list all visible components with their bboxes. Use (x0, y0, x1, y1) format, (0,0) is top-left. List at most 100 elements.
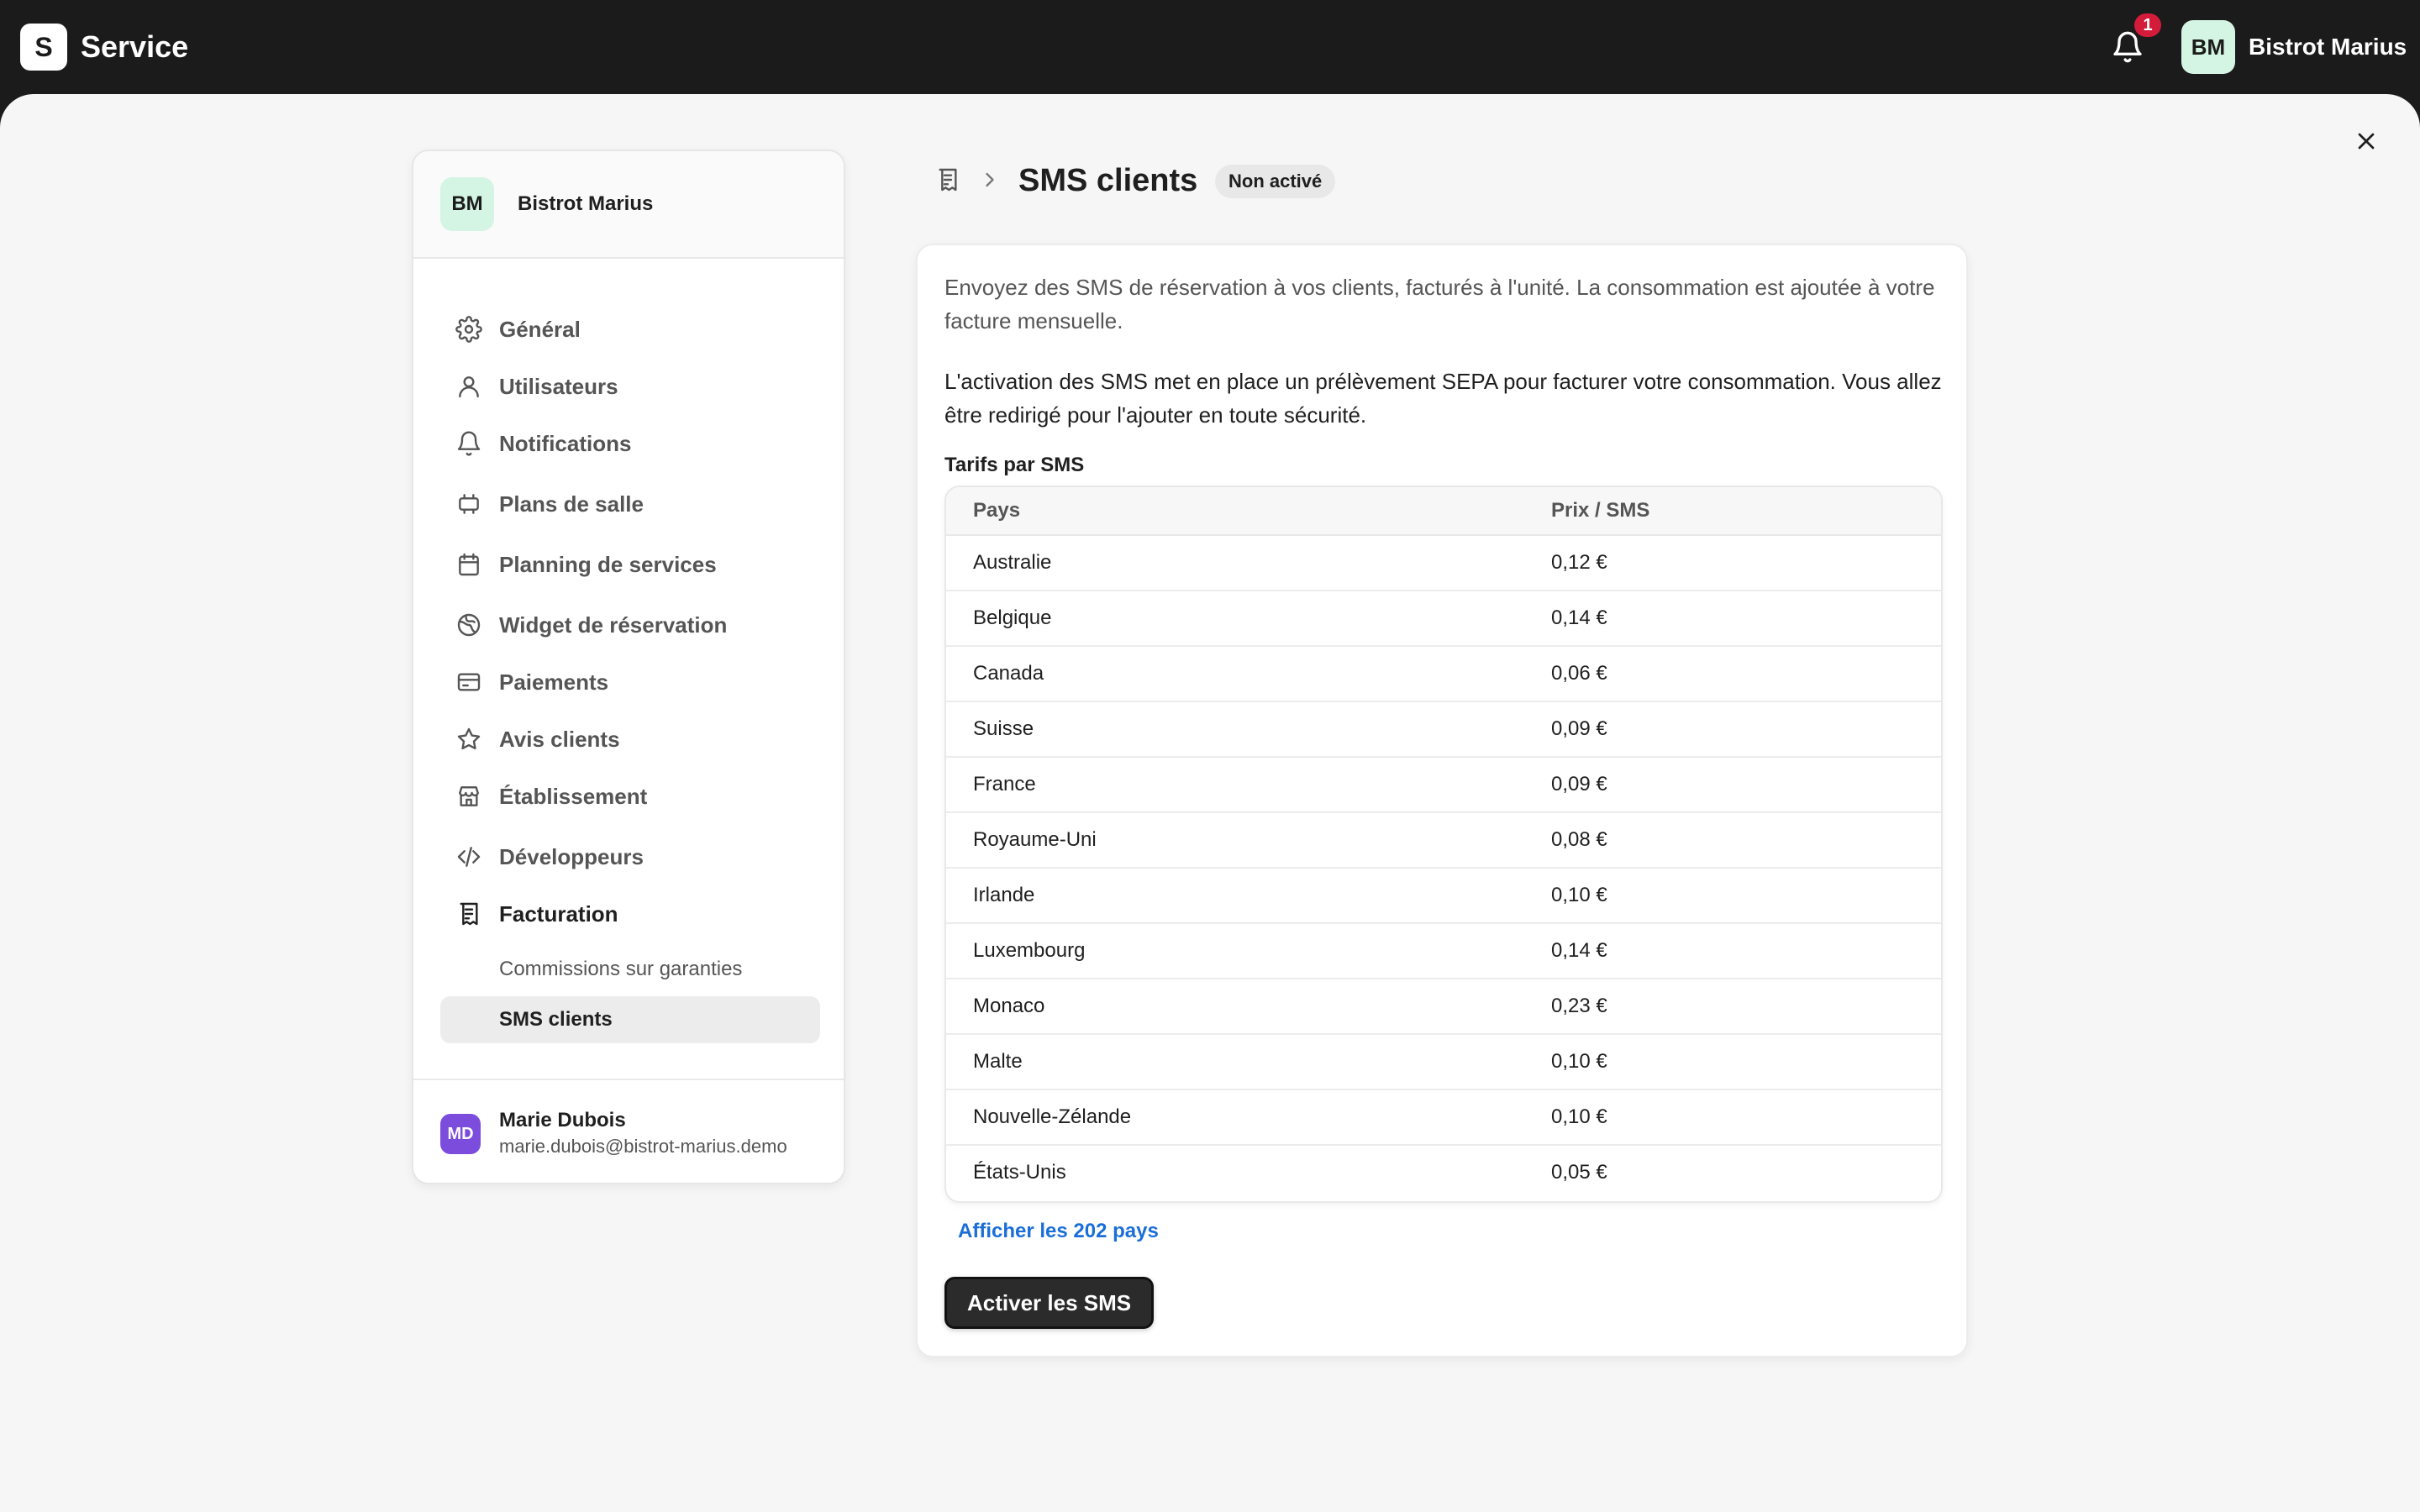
table-header: Pays Prix / SMS (946, 487, 1941, 536)
show-all-countries-link[interactable]: Afficher les 202 pays (958, 1220, 1159, 1243)
sidebar-item-establishment[interactable]: Établissement (440, 773, 820, 820)
country-cell: Irlande (973, 884, 1035, 906)
current-user[interactable]: MD Marie Dubois marie.dubois@bistrot-mar… (413, 1079, 844, 1183)
sidebar-item-billing[interactable]: Facturation (440, 890, 820, 937)
price-cell: 0,10 € (1551, 884, 1607, 906)
table-row: Monaco 0,23 € (946, 979, 1941, 1035)
intro-text: Envoyez des SMS de réservation à vos cli… (944, 275, 1935, 333)
user-email: marie.dubois@bistrot-marius.demo (499, 1136, 787, 1157)
table-row: Nouvelle-Zélande 0,10 € (946, 1090, 1941, 1146)
bell-icon (454, 428, 484, 459)
price-cell: 0,14 € (1551, 939, 1607, 962)
sidebar-item-payments[interactable]: Paiements (440, 659, 820, 706)
country-cell: Suisse (973, 717, 1034, 740)
table-row: États-Unis 0,05 € (946, 1146, 1941, 1201)
rates-table-title: Tarifs par SMS (944, 454, 1085, 476)
user-icon (454, 371, 484, 402)
price-cell: 0,09 € (1551, 773, 1607, 795)
sidebar-item-developers[interactable]: Développeurs (440, 833, 820, 880)
user-name: Marie Dubois (499, 1109, 626, 1131)
sidebar-item-service-planning[interactable]: Planning de services (440, 541, 820, 588)
price-cell: 0,23 € (1551, 995, 1607, 1017)
globe-icon (454, 610, 484, 640)
column-header-country: Pays (973, 499, 1021, 522)
user-avatar: MD (440, 1114, 481, 1154)
sidebar-item-label: Planning de services (499, 551, 717, 577)
sidebar-subitem-sms-clients[interactable]: SMS clients (440, 996, 820, 1043)
table-row: Luxembourg 0,14 € (946, 924, 1941, 979)
table-row: Australie 0,12 € (946, 536, 1941, 591)
sidebar-item-label: Notifications (499, 430, 632, 456)
rates-table: Pays Prix / SMS Australie 0,12 € Belgique 0… (944, 486, 1943, 1203)
venue-header[interactable]: BM Bistrot Marius (413, 151, 844, 259)
table-row: Canada 0,06 € (946, 647, 1941, 702)
table-row: France 0,09 € (946, 758, 1941, 813)
sidebar-item-label: Établissement (499, 783, 648, 809)
chevron-right-icon (978, 168, 1002, 192)
breadcrumb-receipt-icon[interactable] (934, 166, 961, 193)
activate-sms-button[interactable]: Activer les SMS (944, 1277, 1155, 1329)
star-icon (454, 724, 484, 754)
sidebar-item-label: Développeurs (499, 843, 644, 869)
top-bar: S Service 1 BM Bistrot Marius (0, 0, 2420, 94)
app-name: Service (81, 29, 189, 64)
venue-name: Bistrot Marius (518, 192, 654, 215)
sidebar-item-label: Widget de réservation (499, 612, 728, 638)
price-cell: 0,08 € (1551, 828, 1607, 851)
table-row: Suisse 0,09 € (946, 702, 1941, 758)
sidebar-item-label: Plans de salle (499, 491, 644, 517)
sidebar-item-general[interactable]: Général (440, 306, 820, 353)
credit-card-icon (454, 667, 484, 697)
sidebar-item-users[interactable]: Utilisateurs (440, 363, 820, 410)
settings-sidebar: BM Bistrot Marius Général Utilisateurs N… (412, 150, 845, 1184)
notification-count-badge: 1 (2134, 13, 2161, 37)
price-cell: 0,12 € (1551, 551, 1607, 574)
price-cell: 0,09 € (1551, 717, 1607, 740)
table-row: Royaume-Uni 0,08 € (946, 813, 1941, 869)
table-row: Malte 0,10 € (946, 1035, 1941, 1090)
country-cell: Monaco (973, 995, 1045, 1017)
sidebar-subitem-label: Commissions sur garanties (499, 958, 743, 980)
sidebar-item-reviews[interactable]: Avis clients (440, 716, 820, 763)
sidebar-item-label: Utilisateurs (499, 373, 618, 399)
sms-settings-card: Envoyez des SMS de réservation à vos cli… (916, 244, 1968, 1357)
sidebar-item-label: Facturation (499, 900, 618, 927)
gear-icon (454, 314, 484, 344)
country-cell: France (973, 773, 1036, 795)
sidebar-subitem-guarantee-commissions[interactable]: Commissions sur garanties (440, 946, 820, 993)
calendar-icon (454, 549, 484, 580)
sidebar-item-notifications[interactable]: Notifications (440, 420, 820, 467)
sidebar-item-label: Paiements (499, 669, 609, 695)
table-row: Belgique 0,14 € (946, 591, 1941, 647)
sidebar-item-label: Avis clients (499, 726, 620, 752)
sidebar-item-floor-plans[interactable]: Plans de salle (440, 480, 820, 528)
country-cell: Canada (973, 662, 1044, 685)
price-cell: 0,10 € (1551, 1050, 1607, 1073)
column-header-price: Prix / SMS (1551, 499, 1650, 522)
app-logo[interactable]: S (20, 24, 67, 71)
country-cell: Belgique (973, 606, 1052, 629)
country-cell: Malte (973, 1050, 1023, 1073)
price-cell: 0,06 € (1551, 662, 1607, 685)
sepa-notice-text: L'activation des SMS met en place un pré… (944, 369, 1942, 428)
country-cell: Luxembourg (973, 939, 1086, 962)
status-badge: Non activé (1215, 165, 1336, 198)
table-icon (454, 489, 484, 519)
account-name[interactable]: Bistrot Marius (2249, 32, 2407, 62)
sidebar-subitem-label: SMS clients (499, 1008, 613, 1031)
table-row: Irlande 0,10 € (946, 869, 1941, 924)
receipt-icon (454, 899, 484, 929)
country-cell: Australie (973, 551, 1052, 574)
sidebar-item-booking-widget[interactable]: Widget de réservation (440, 601, 820, 648)
country-cell: Royaume-Uni (973, 828, 1097, 851)
close-icon[interactable] (2353, 128, 2380, 155)
price-cell: 0,14 € (1551, 606, 1607, 629)
country-cell: Nouvelle-Zélande (973, 1105, 1132, 1128)
price-cell: 0,10 € (1551, 1105, 1607, 1128)
page-title: SMS clients (1018, 163, 1198, 198)
code-icon (454, 842, 484, 872)
venue-avatar: BM (440, 177, 494, 231)
sidebar-item-label: Général (499, 316, 581, 342)
account-avatar[interactable]: BM (2181, 20, 2235, 74)
store-icon (454, 781, 484, 811)
